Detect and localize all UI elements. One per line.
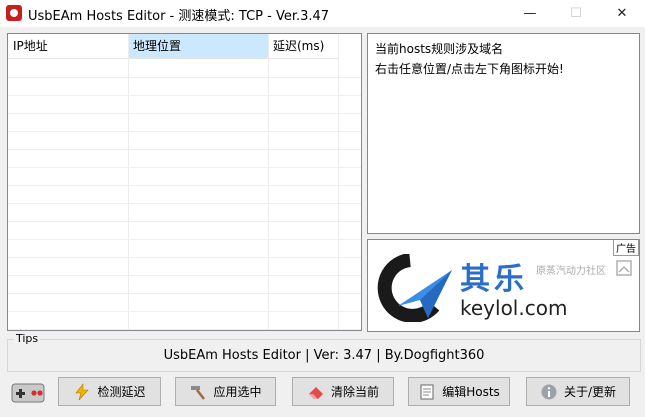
title-bar: UsbEAm Hosts Editor - 测速模式: TCP - Ver.3.…: [0, 0, 645, 27]
domain-info-panel[interactable]: 当前hosts规则涉及域名 右击任意位置/点击左下角图标开始!: [367, 33, 640, 234]
grid-line: [8, 257, 361, 258]
apply-selected-label: 应用选中: [213, 385, 262, 399]
about-update-label: 关于/更新: [563, 385, 617, 399]
grid-line: [8, 185, 361, 186]
ad-brand-cn: 其乐: [460, 262, 528, 297]
grid-line: [8, 329, 361, 330]
close-button[interactable]: ✕: [599, 0, 645, 27]
grid-line: [338, 34, 339, 330]
maximize-button[interactable]: ☐: [553, 0, 599, 27]
edit-hosts-button[interactable]: 编辑Hosts: [408, 377, 510, 406]
column-header-location[interactable]: 地理位置: [128, 34, 268, 59]
notepad-icon: [420, 384, 434, 399]
window-title: UsbEAm Hosts Editor - 测速模式: TCP - Ver.3.…: [28, 9, 330, 24]
grid-line: [128, 34, 129, 330]
ad-banner[interactable]: 其乐 keylol.com 原蒸汽动力社区 广告: [367, 239, 640, 332]
clear-current-button[interactable]: 清除当前: [292, 377, 394, 406]
hammer-icon: [191, 385, 206, 400]
ad-subtitle: 原蒸汽动力社区: [536, 266, 606, 277]
apply-selected-button[interactable]: 应用选中: [175, 377, 276, 406]
grid-line: [8, 221, 361, 222]
grid-line: [8, 77, 361, 78]
lightning-icon: [75, 382, 90, 400]
grid-line: [8, 149, 361, 150]
steam-box-icon: [616, 260, 632, 276]
tips-text: UsbEAm Hosts Editor | Ver: 3.47 | By.Dog…: [163, 348, 485, 363]
grid-line: [8, 95, 361, 96]
ad-tag: 广告: [613, 240, 639, 256]
grid-line: [8, 275, 361, 276]
grid-line: [8, 239, 361, 240]
gamepad-icon[interactable]: [11, 382, 45, 404]
column-header-delay[interactable]: 延迟(ms): [268, 34, 338, 59]
keylol-logo-icon: [377, 254, 452, 322]
info-icon: [541, 384, 557, 399]
info-line: 当前hosts规则涉及域名: [375, 42, 504, 56]
ad-brand-en: keylol.com: [460, 296, 568, 320]
grid-line: [8, 167, 361, 168]
minimize-button[interactable]: —: [507, 0, 553, 27]
grid-line: [8, 203, 361, 204]
tips-group: Tips UsbEAm Hosts Editor | Ver: 3.47 | B…: [7, 332, 641, 372]
test-delay-label: 检测延迟: [97, 385, 146, 399]
hosts-list-view[interactable]: IP地址 地理位置 延迟(ms): [7, 33, 362, 331]
grid-line: [268, 34, 269, 330]
clear-current-label: 清除当前: [330, 385, 379, 399]
info-line: 右击任意位置/点击左下角图标开始!: [375, 62, 564, 76]
about-update-button[interactable]: 关于/更新: [526, 377, 630, 406]
eraser-icon: [308, 386, 323, 399]
grid-line: [8, 113, 361, 114]
grid-line: [8, 311, 361, 312]
test-delay-button[interactable]: 检测延迟: [58, 377, 161, 406]
grid-line: [8, 293, 361, 294]
grid-line: [8, 131, 361, 132]
edit-hosts-label: 编辑Hosts: [442, 385, 500, 399]
app-icon: [6, 5, 22, 21]
tips-label: Tips: [14, 332, 41, 345]
column-header-ip[interactable]: IP地址: [8, 34, 128, 59]
